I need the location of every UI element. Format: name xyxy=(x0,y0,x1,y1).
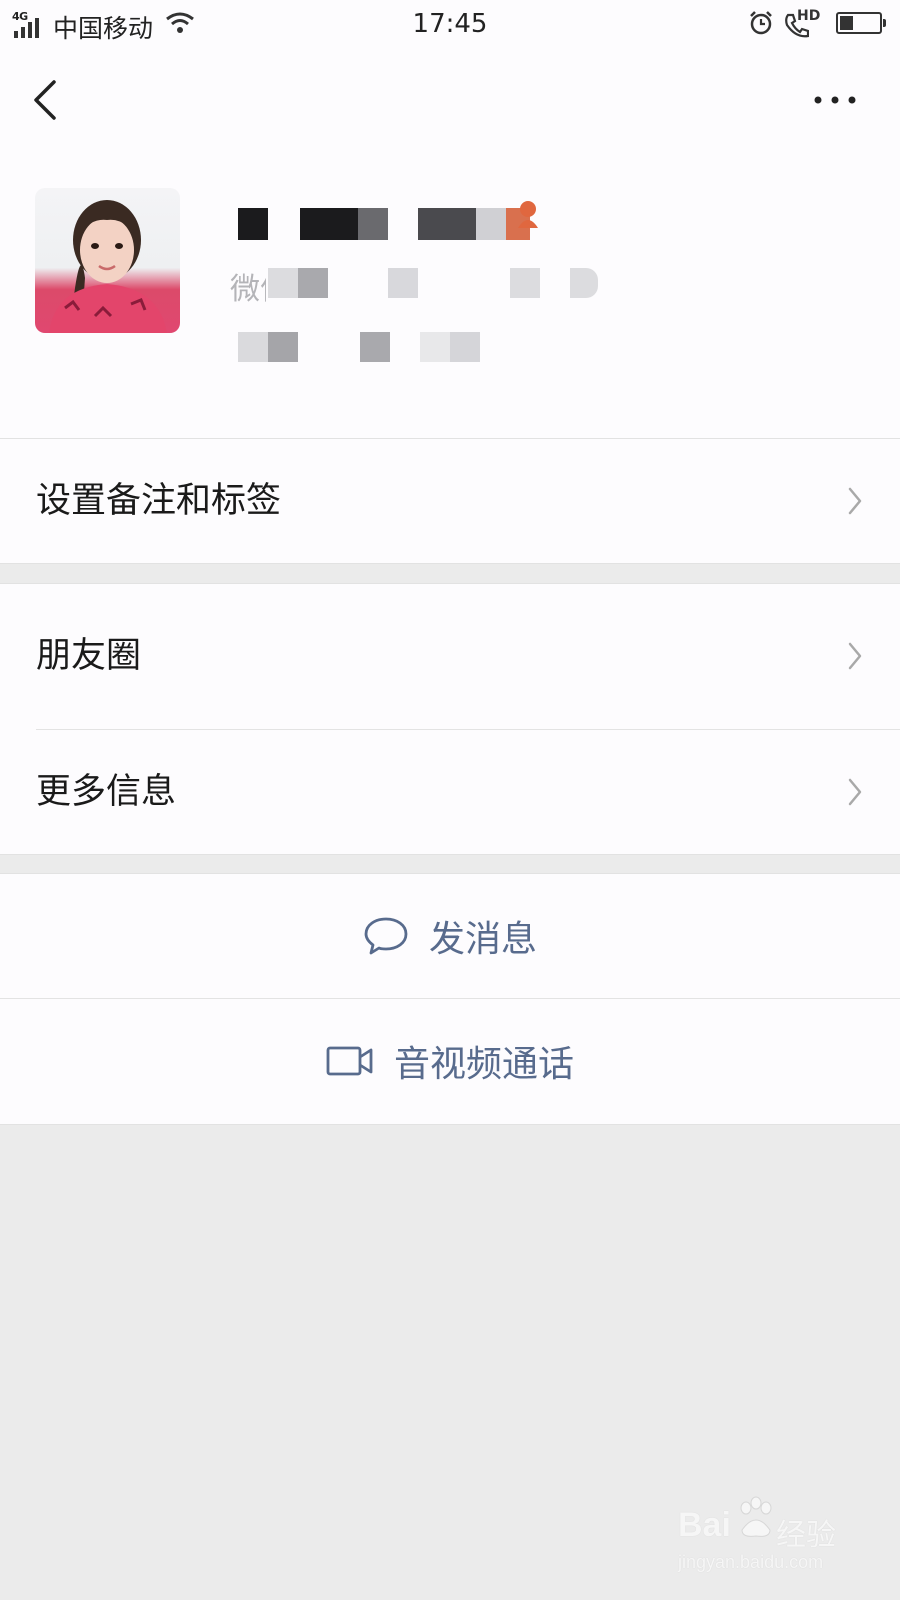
info-card: 朋友圈 更多信息 xyxy=(0,583,900,855)
watermark-brand: Bai xyxy=(678,1506,731,1544)
menu-item-label: 朋友圈 xyxy=(36,636,142,676)
menu-item-moments[interactable]: 朋友圈 xyxy=(0,584,900,729)
menu-item-remark-tags[interactable]: 设置备注和标签 xyxy=(0,439,900,563)
chevron-right-icon xyxy=(848,642,862,670)
region-obscured xyxy=(238,332,498,362)
profile-name-obscured xyxy=(238,208,558,240)
watermark-url: jingyan.baidu.com xyxy=(678,1552,824,1572)
gender-female-icon xyxy=(518,201,538,228)
wechat-id-obscured xyxy=(268,268,608,298)
wechat-id-label: 微信号 xyxy=(230,272,266,307)
chat-bubble-icon xyxy=(364,917,408,955)
video-call-label: 音视频通话 xyxy=(393,1044,574,1085)
alarm-icon xyxy=(750,11,772,35)
baidu-watermark: Bai 经验 jingyan.baidu.com xyxy=(678,1496,888,1582)
hd-label: HD xyxy=(797,8,821,24)
status-bar: 4G 中国移动 17:45 HD xyxy=(0,0,900,50)
send-message-button[interactable]: 发消息 xyxy=(0,874,900,998)
chevron-right-icon xyxy=(848,487,862,515)
chevron-left-icon[interactable] xyxy=(30,78,62,122)
actions-card: 发消息 音视频通话 xyxy=(0,873,900,1125)
avatar[interactable] xyxy=(35,188,180,333)
remark-card: 设置备注和标签 xyxy=(0,439,900,564)
menu-item-label: 设置备注和标签 xyxy=(36,481,282,521)
menu-item-label: 更多信息 xyxy=(36,772,177,812)
chevron-right-icon xyxy=(848,778,862,806)
battery-icon xyxy=(836,12,886,34)
watermark-suffix: 经验 xyxy=(776,1518,836,1553)
profile-header: 微信号 xyxy=(0,50,900,439)
paw-logo-icon xyxy=(740,1496,772,1537)
menu-item-more-info[interactable]: 更多信息 xyxy=(0,730,900,854)
send-message-label: 发消息 xyxy=(428,919,537,960)
more-dots-icon[interactable] xyxy=(812,90,858,110)
video-call-button[interactable]: 音视频通话 xyxy=(0,999,900,1123)
video-camera-icon xyxy=(326,1046,373,1076)
